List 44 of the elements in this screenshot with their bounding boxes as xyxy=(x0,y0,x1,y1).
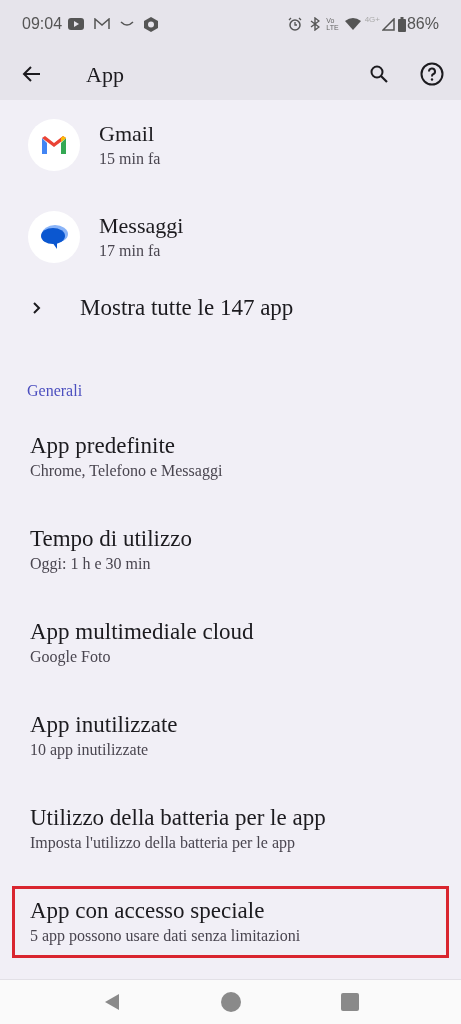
app-last-used: 17 min fa xyxy=(99,241,162,261)
chevron-right-icon xyxy=(32,301,42,315)
signal-icon xyxy=(381,17,395,31)
item-title: App con accesso speciale xyxy=(30,897,265,925)
settings-item[interactable]: App multimediale cloud Google Foto xyxy=(12,607,449,679)
settings-item[interactable]: App predefinite Chrome, Telefono e Messaggi xyxy=(12,421,449,493)
app-name: Messaggi xyxy=(99,212,184,240)
nav-home-button[interactable] xyxy=(220,992,241,1012)
hexagon-icon xyxy=(144,16,159,32)
status-time: 09:04 xyxy=(22,14,63,34)
item-subtitle: 10 app inutilizzate xyxy=(30,740,149,761)
app-list-item[interactable]: Gmail 15 min fa xyxy=(0,98,461,192)
item-title: App inutilizzate xyxy=(30,711,178,739)
settings-item[interactable]: App con accesso speciale 5 app possono usare dati senza limitazioni xyxy=(12,886,449,958)
item-title: App predefinite xyxy=(30,432,175,460)
item-subtitle: Oggi: 1 h e 30 min xyxy=(30,554,151,575)
page-title: App xyxy=(86,60,124,89)
item-subtitle: Imposta l'utilizzo della batteria per le app xyxy=(30,833,295,854)
battery-percentage: 86% xyxy=(406,14,439,34)
app-last-used: 15 min fa xyxy=(99,149,161,169)
item-subtitle: Google Foto xyxy=(30,647,111,668)
settings-item[interactable]: Utilizzo della batteria per le app Imposta l'utilizzo della batteria per le app xyxy=(12,793,449,865)
help-button[interactable] xyxy=(419,61,445,87)
network-label: 4G+ xyxy=(364,14,380,26)
section-header: Generali xyxy=(27,381,83,401)
app-name: Gmail xyxy=(99,120,155,148)
bluetooth-icon xyxy=(310,17,321,31)
item-subtitle: Chrome, Telefono e Messaggi xyxy=(30,461,223,482)
nav-recents-button[interactable] xyxy=(340,993,359,1011)
alarm-icon xyxy=(288,17,303,31)
wifi-icon xyxy=(344,18,361,30)
video-app-icon xyxy=(68,18,85,30)
chat-bubble-icon xyxy=(28,211,80,263)
settings-item[interactable]: Tempo di utilizzo Oggi: 1 h e 30 min xyxy=(12,514,449,586)
show-all-apps-label: Mostra tutte le 147 app xyxy=(80,293,294,322)
curve-icon xyxy=(120,21,135,27)
battery-icon xyxy=(397,16,406,32)
mail-icon xyxy=(94,18,111,30)
item-title: Utilizzo della batteria per le app xyxy=(30,804,326,832)
item-title: App multimediale cloud xyxy=(30,618,254,646)
settings-item[interactable]: App inutilizzate 10 app inutilizzate xyxy=(12,700,449,772)
item-title: Tempo di utilizzo xyxy=(30,525,192,553)
item-subtitle: 5 app possono usare dati senza limitazioni xyxy=(30,926,301,947)
mail-app-icon xyxy=(28,119,80,171)
